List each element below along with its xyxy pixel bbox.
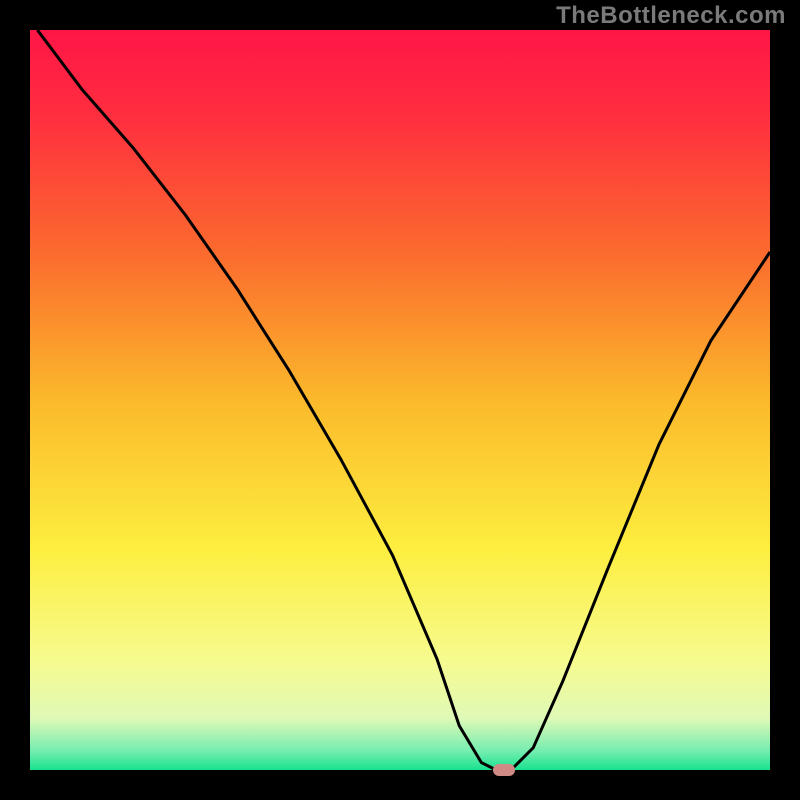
gradient-background (30, 30, 770, 770)
watermark-text: TheBottleneck.com (556, 2, 786, 30)
plot-area (30, 30, 770, 770)
plot-svg (30, 30, 770, 770)
chart-container: TheBottleneck.com (0, 0, 800, 800)
minimum-marker (493, 764, 515, 776)
